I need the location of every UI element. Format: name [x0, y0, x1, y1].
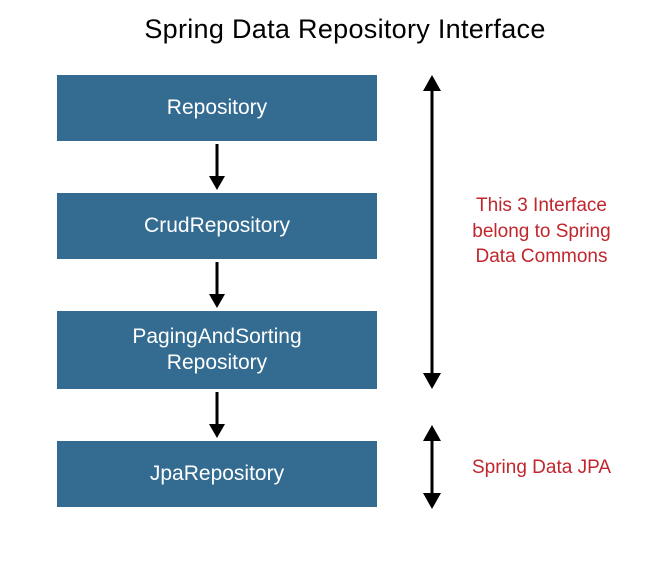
annotation-jpa: Spring Data JPA [454, 455, 629, 481]
box-label: CrudRepository [144, 213, 290, 239]
box-jpa-repository: JpaRepository [57, 441, 377, 507]
double-arrow-vertical-icon [420, 425, 444, 514]
double-arrow-vertical-icon [420, 75, 444, 394]
hierarchy-column: Repository CrudRepository PagingAndSorti… [32, 75, 402, 507]
box-label: Repository [167, 95, 267, 121]
box-paging-sorting-repository: PagingAndSorting Repository [57, 311, 377, 389]
box-crud-repository: CrudRepository [57, 193, 377, 259]
diagram-layout: Repository CrudRepository PagingAndSorti… [0, 75, 650, 507]
diagram-title: Spring Data Repository Interface [0, 0, 650, 45]
annotation-column: This 3 Interface belong to Spring Data C… [410, 75, 640, 507]
arrow-down-icon [207, 141, 227, 193]
box-repository: Repository [57, 75, 377, 141]
box-label: PagingAndSorting Repository [132, 324, 301, 377]
annotation-commons: This 3 Interface belong to Spring Data C… [454, 193, 629, 270]
box-label: JpaRepository [150, 461, 284, 487]
arrow-down-icon [207, 259, 227, 311]
arrow-down-icon [207, 389, 227, 441]
